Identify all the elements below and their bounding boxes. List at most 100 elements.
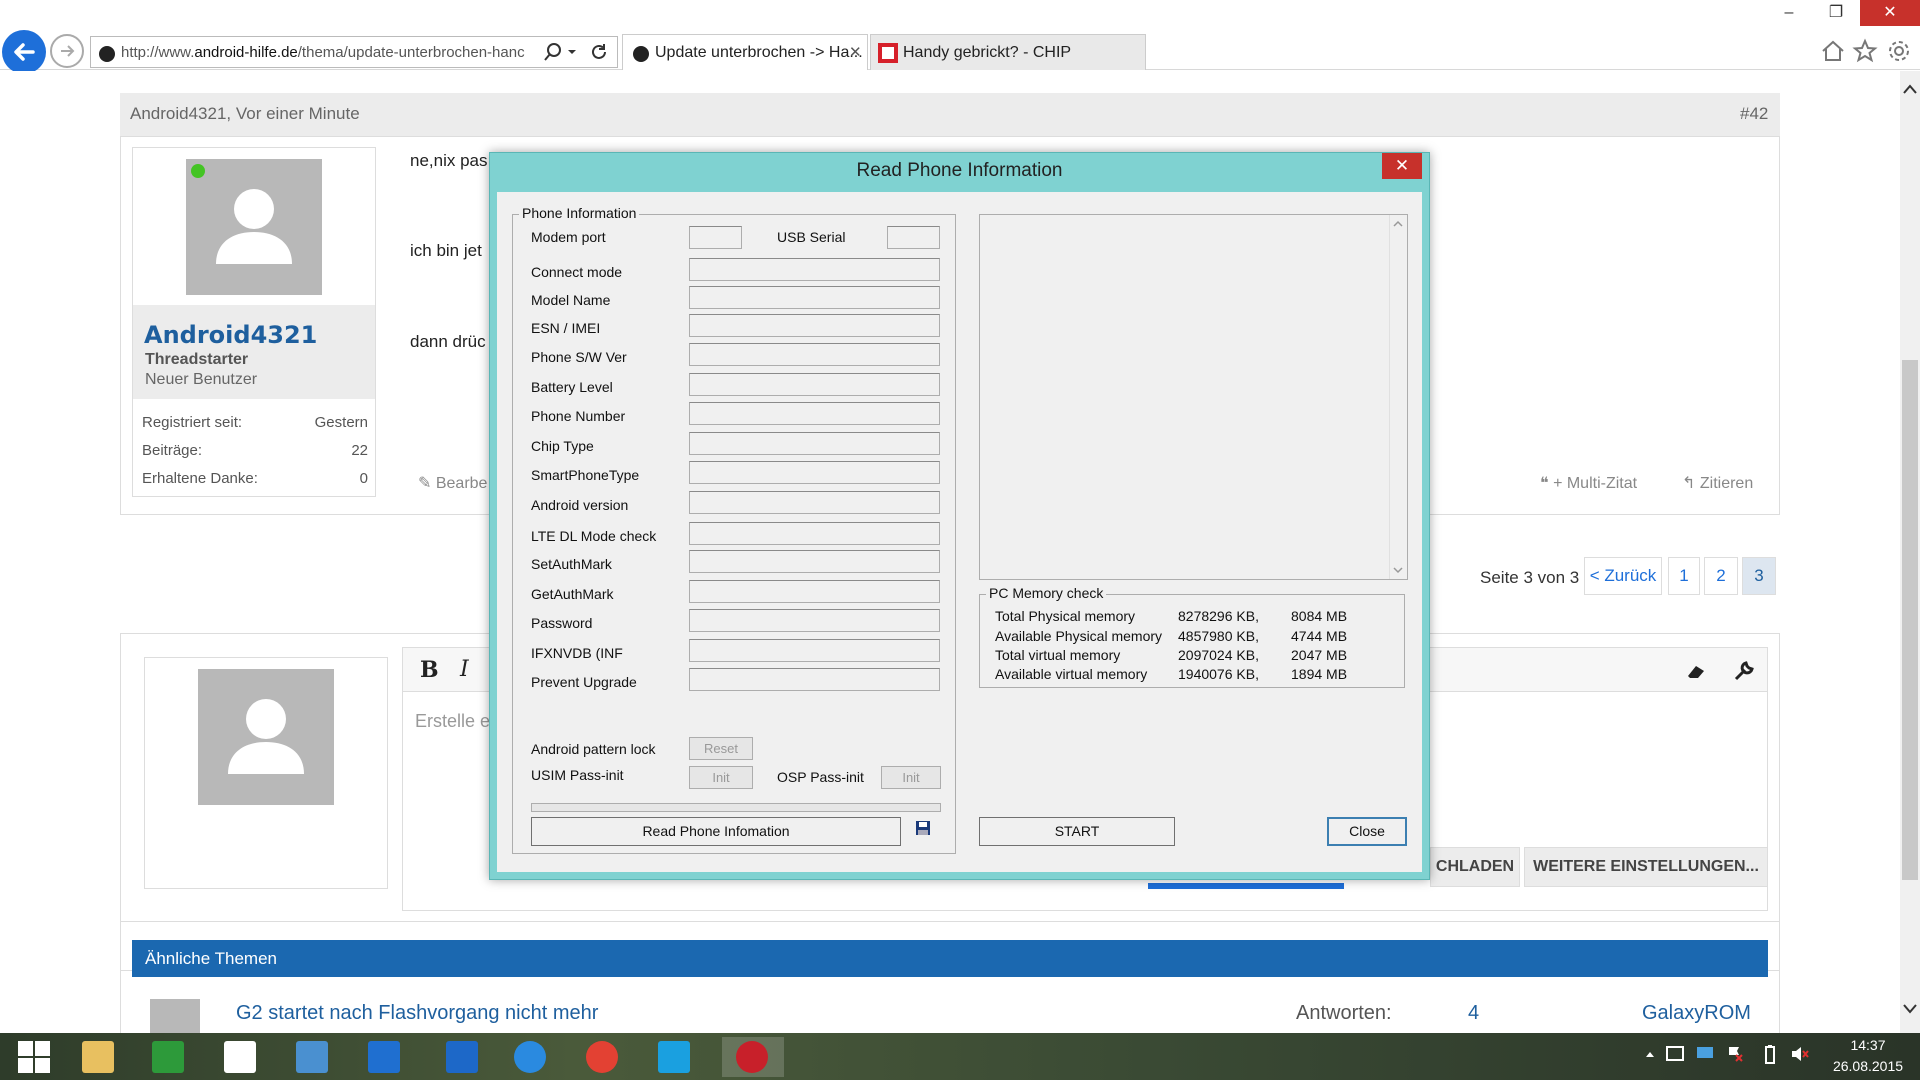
more-settings-button[interactable]: WEITERE EINSTELLUNGEN... [1524, 847, 1768, 887]
field-value-box[interactable] [689, 580, 940, 603]
minimize-button[interactable]: – [1766, 0, 1812, 26]
pagination-page-3[interactable]: 3 [1742, 557, 1776, 595]
start-button[interactable]: START [979, 817, 1175, 846]
field-value-box[interactable] [689, 668, 940, 691]
edit-link[interactable]: ✎ Bearbe [418, 473, 487, 493]
start-icon [18, 1041, 50, 1073]
field-value-box[interactable] [689, 258, 940, 281]
usb-serial-field[interactable] [887, 226, 940, 249]
taskbar-home-icon[interactable] [218, 1037, 262, 1077]
field-value-box[interactable] [689, 522, 940, 545]
multiquote-link[interactable]: ❝ + Multi-Zitat [1540, 473, 1637, 493]
post-author-time: Android4321, Vor einer Minute [130, 104, 360, 123]
chevron-down-icon[interactable] [567, 47, 577, 57]
log-scrollbar[interactable] [1389, 215, 1407, 579]
window-close-button[interactable]: ✕ [1860, 0, 1920, 26]
post-line: ich bin jet [410, 241, 482, 260]
field-label: Connect mode [531, 264, 623, 280]
network-icon[interactable] [1696, 1046, 1714, 1062]
submit-button-edge[interactable] [1148, 883, 1344, 889]
log-text-area[interactable] [979, 214, 1408, 580]
read-phone-information-button[interactable]: Read Phone Infomation [531, 817, 901, 846]
field-label: Password [531, 615, 593, 631]
taskbar-mail-icon[interactable] [290, 1037, 334, 1077]
load-button[interactable]: CHLADEN [1430, 847, 1520, 887]
taskbar-monitor-icon[interactable] [362, 1037, 406, 1077]
reset-button[interactable]: Reset [689, 737, 753, 760]
tab-android-hilfe[interactable]: Update unterbrochen -> Ha... ✕ [622, 34, 868, 70]
answers-count: 4 [1468, 1002, 1480, 1024]
address-bar[interactable]: http://www.android-hilfe.de/thema/update… [90, 36, 618, 68]
pencil-icon: ✎ [418, 475, 436, 492]
pagination-page-1[interactable]: 1 [1668, 557, 1700, 595]
field-value-box[interactable] [689, 639, 940, 662]
post-line: dann drüc [410, 332, 486, 351]
taskbar-chrome-icon[interactable] [580, 1037, 624, 1077]
favorites-star-icon[interactable] [1852, 38, 1878, 64]
save-icon[interactable] [914, 819, 932, 837]
taskbar-skype-icon[interactable] [652, 1037, 696, 1077]
tab-chip[interactable]: Handy gebrickt? - CHIP [870, 34, 1146, 70]
taskbar-file-explorer-icon[interactable] [76, 1037, 120, 1077]
battery-icon[interactable] [1764, 1044, 1776, 1064]
taskbar-start-icon[interactable] [12, 1037, 56, 1077]
scroll-up-icon[interactable] [1391, 219, 1405, 229]
field-value-box[interactable] [689, 432, 940, 455]
similar-topic-author[interactable]: GalaxyROM [1642, 1002, 1751, 1025]
similar-topic-link[interactable]: G2 startet nach Flashvorgang nicht mehr [236, 1002, 598, 1025]
taskbar-maxthon-icon[interactable] [440, 1037, 484, 1077]
clock-date[interactable]: 26.08.2015 [1820, 1058, 1916, 1074]
taskbar-lg-icon[interactable] [722, 1037, 784, 1077]
gear-icon[interactable] [1886, 38, 1912, 64]
field-value-box[interactable] [689, 373, 940, 396]
quote-link[interactable]: ↰ Zitieren [1682, 473, 1753, 493]
action-center-icon[interactable] [1666, 1046, 1684, 1062]
tray-expand-icon[interactable] [1644, 1048, 1656, 1060]
username-link[interactable]: Android4321 [144, 321, 317, 349]
field-label: LTE DL Mode check [531, 528, 657, 544]
forward-button[interactable] [50, 34, 84, 68]
wrench-icon[interactable] [1732, 659, 1756, 683]
osp-init-button[interactable]: Init [881, 766, 941, 789]
internet-explorer-icon [514, 1041, 546, 1073]
field-value-box[interactable] [689, 609, 940, 632]
refresh-icon[interactable] [589, 42, 609, 62]
field-value-box[interactable] [689, 491, 940, 514]
volume-muted-icon[interactable] [1790, 1045, 1810, 1063]
modem-port-field[interactable] [689, 226, 742, 249]
scroll-down-icon[interactable] [1391, 565, 1405, 575]
usim-init-button[interactable]: Init [689, 766, 753, 789]
scrollbar-thumb[interactable] [1902, 360, 1918, 880]
avatar[interactable] [186, 159, 322, 295]
pagination-page-2[interactable]: 2 [1704, 557, 1738, 595]
scroll-up-icon[interactable] [1902, 82, 1918, 96]
field-label: SmartPhoneType [531, 467, 640, 483]
home-icon[interactable] [1820, 38, 1846, 64]
field-label: Prevent Upgrade [531, 674, 637, 690]
close-button[interactable]: Close [1327, 817, 1407, 846]
restore-button[interactable]: ❐ [1812, 0, 1860, 26]
search-icon[interactable] [543, 42, 563, 62]
close-icon[interactable]: ✕ [849, 43, 862, 61]
scroll-down-icon[interactable] [1902, 1002, 1918, 1016]
field-value-box[interactable] [689, 550, 940, 573]
field-value-box[interactable] [689, 402, 940, 425]
eraser-icon[interactable] [1684, 659, 1708, 683]
field-value-box[interactable] [689, 314, 940, 337]
taskbar-internet-explorer-icon[interactable] [508, 1037, 552, 1077]
field-value-box[interactable] [689, 286, 940, 309]
field-label: ESN / IMEI [531, 320, 601, 336]
post-number[interactable]: #42 [1740, 104, 1768, 124]
field-value-box[interactable] [689, 343, 940, 366]
clock-time[interactable]: 14:37 [1828, 1037, 1908, 1053]
post-header [120, 93, 1780, 137]
chip-favicon-icon [878, 43, 898, 63]
taskbar-store-icon[interactable] [146, 1037, 190, 1077]
flag-icon[interactable] [1726, 1046, 1744, 1062]
back-button[interactable] [2, 30, 46, 74]
dialog-close-x-button[interactable]: ✕ [1382, 153, 1422, 179]
field-value-box[interactable] [689, 461, 940, 484]
bold-button[interactable]: B [420, 657, 439, 683]
pagination-back[interactable]: < Zurück [1584, 557, 1662, 595]
italic-button[interactable]: I [460, 657, 469, 682]
